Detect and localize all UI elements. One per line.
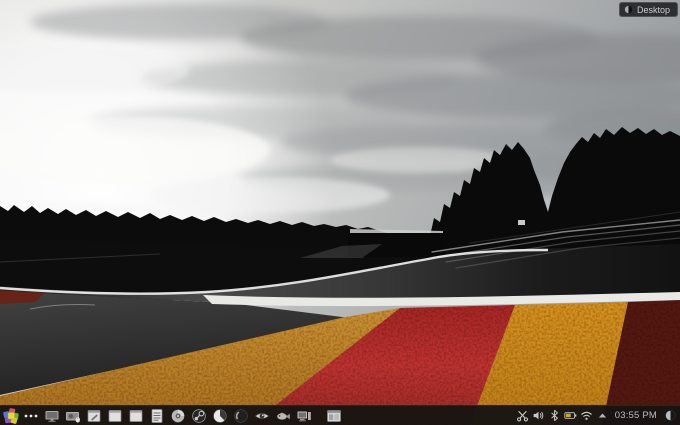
- clipboard-tray-icon[interactable]: [516, 409, 529, 422]
- network-tray-icon[interactable]: [580, 409, 593, 422]
- wallpaper-art: [0, 0, 680, 425]
- system-tray: 03:55 PM: [516, 409, 677, 422]
- disc-burner-app[interactable]: [170, 408, 186, 424]
- taskbar-app-icons: [44, 408, 342, 424]
- panel-toolbox-cashew-icon[interactable]: [664, 409, 677, 422]
- clock[interactable]: 03:55 PM: [615, 410, 657, 421]
- system-tray-icons: [516, 409, 609, 422]
- tray-expander-icon[interactable]: [596, 409, 609, 422]
- system-monitor-app[interactable]: [296, 408, 312, 424]
- window-app-2[interactable]: [128, 408, 144, 424]
- window-app-1[interactable]: [107, 408, 123, 424]
- fish-app[interactable]: [275, 408, 291, 424]
- desktop-sphere-icon: [624, 5, 633, 14]
- desktop-screen: Desktop 03:55 PM: [0, 0, 680, 425]
- desktop-button-label: Desktop: [636, 4, 670, 15]
- wallpaper-image: [0, 0, 680, 425]
- app-launcher-menu[interactable]: [3, 407, 19, 424]
- dark-browser-app[interactable]: [233, 408, 249, 424]
- settings-app[interactable]: [326, 408, 342, 424]
- browser-app[interactable]: [212, 408, 228, 424]
- volume-tray-icon[interactable]: [532, 409, 545, 422]
- desktop-toolbox-button[interactable]: Desktop: [618, 2, 678, 17]
- text-editor-app[interactable]: [149, 408, 165, 424]
- overflow-menu[interactable]: [23, 408, 39, 424]
- notes-app[interactable]: [86, 408, 102, 424]
- media-viewer-app[interactable]: [254, 408, 270, 424]
- screen-recorder-app[interactable]: [65, 408, 81, 424]
- taskbar-panel: 03:55 PM: [0, 405, 680, 425]
- display-app[interactable]: [44, 408, 60, 424]
- steam-app[interactable]: [191, 408, 207, 424]
- bluetooth-tray-icon[interactable]: [548, 409, 561, 422]
- battery-tray-icon[interactable]: [564, 409, 577, 422]
